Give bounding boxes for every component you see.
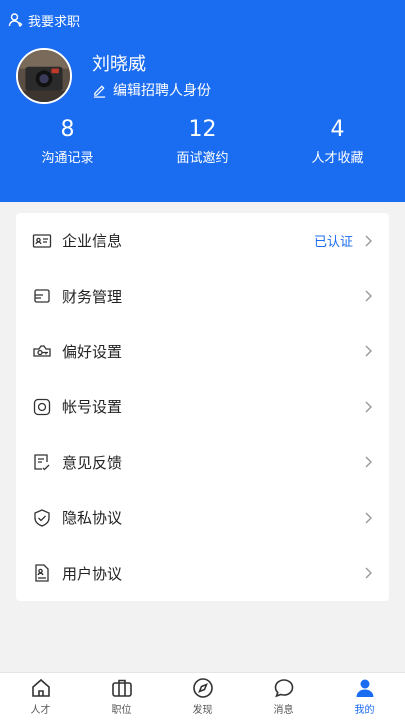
bottom-tab-bar: 人才 职位 发现 消息 我的 xyxy=(0,672,405,720)
stat-value: 8 xyxy=(60,117,75,142)
stats-row: 8 沟通记录 12 面试邀约 4 人才收藏 xyxy=(0,116,405,166)
feedback-icon xyxy=(32,452,52,472)
menu-item-preferences[interactable]: 偏好设置 xyxy=(16,324,389,379)
tab-mine[interactable]: 我的 xyxy=(324,673,405,720)
stat-value: 12 xyxy=(188,117,217,142)
tab-jobs[interactable]: 职位 xyxy=(81,673,162,720)
menu-item-account-settings[interactable]: 帐号设置 xyxy=(16,379,389,434)
tab-label: 消息 xyxy=(273,705,294,716)
key-icon xyxy=(32,341,52,361)
edit-pencil-icon xyxy=(93,84,106,98)
chevron-right-icon xyxy=(363,511,373,525)
avatar-image xyxy=(18,50,70,102)
chevron-right-icon xyxy=(363,566,373,580)
menu-item-feedback[interactable]: 意见反馈 xyxy=(16,435,389,490)
camera-square-icon xyxy=(32,397,52,417)
menu-item-finance[interactable]: 财务管理 xyxy=(16,268,389,323)
menu-item-user-agreement[interactable]: 用户协议 xyxy=(16,545,389,600)
user-name: 刘晓威 xyxy=(92,54,146,75)
tab-label: 我的 xyxy=(354,705,375,716)
tab-discover[interactable]: 发现 xyxy=(162,673,243,720)
menu-item-label: 隐私协议 xyxy=(62,509,123,528)
tab-label: 人才 xyxy=(30,705,51,716)
shield-check-icon xyxy=(32,508,52,528)
id-card-icon xyxy=(32,231,52,251)
avatar[interactable] xyxy=(16,48,72,104)
compass-icon xyxy=(192,678,213,698)
chevron-right-icon xyxy=(363,289,373,303)
chat-icon xyxy=(274,679,293,698)
person-icon xyxy=(356,679,373,697)
tab-messages[interactable]: 消息 xyxy=(243,673,324,720)
menu-item-label: 用户协议 xyxy=(62,564,123,583)
menu-item-label: 财务管理 xyxy=(62,287,123,306)
stat-label: 沟通记录 xyxy=(41,151,94,166)
stat-communication-records[interactable]: 8 沟通记录 xyxy=(0,116,135,166)
tab-talent[interactable]: 人才 xyxy=(0,673,81,720)
settings-menu: 企业信息 已认证 财务管理 偏好设置 帐号设置 意见反馈 隐私协议 用户协议 xyxy=(16,213,389,601)
switch-to-job-seeker-button[interactable]: 我要求职 xyxy=(8,10,80,30)
chevron-right-icon xyxy=(363,455,373,469)
profile-header: 我要求职 刘晓威 编辑招聘人身份 8 沟通记录 12 面试邀约 4 人才收藏 xyxy=(0,0,405,202)
home-icon xyxy=(31,678,50,697)
stat-interview-invites[interactable]: 12 面试邀约 xyxy=(135,116,270,166)
wallet-icon xyxy=(32,286,52,306)
tab-label: 发现 xyxy=(192,705,213,716)
stat-label: 人才收藏 xyxy=(311,151,364,166)
menu-item-label: 企业信息 xyxy=(62,232,123,251)
chevron-right-icon xyxy=(363,234,373,248)
briefcase-icon xyxy=(111,679,132,697)
tab-label: 职位 xyxy=(111,705,132,716)
job-seek-label: 我要求职 xyxy=(28,14,81,30)
chevron-right-icon xyxy=(363,400,373,414)
stat-label: 面试邀约 xyxy=(176,151,229,166)
menu-item-label: 意见反馈 xyxy=(62,453,123,472)
menu-item-company-info[interactable]: 企业信息 已认证 xyxy=(16,213,389,268)
menu-item-privacy-policy[interactable]: 隐私协议 xyxy=(16,490,389,545)
document-icon xyxy=(32,563,52,583)
person-switch-icon xyxy=(8,13,23,27)
stat-value: 4 xyxy=(330,117,345,142)
menu-item-label: 偏好设置 xyxy=(62,342,123,361)
edit-recruiter-identity-button[interactable]: 编辑招聘人身份 xyxy=(92,80,211,100)
edit-identity-label: 编辑招聘人身份 xyxy=(113,83,211,99)
stat-talent-favorites[interactable]: 4 人才收藏 xyxy=(270,116,405,166)
menu-item-label: 帐号设置 xyxy=(62,398,123,417)
chevron-right-icon xyxy=(363,344,373,358)
verified-status: 已认证 xyxy=(313,235,353,251)
